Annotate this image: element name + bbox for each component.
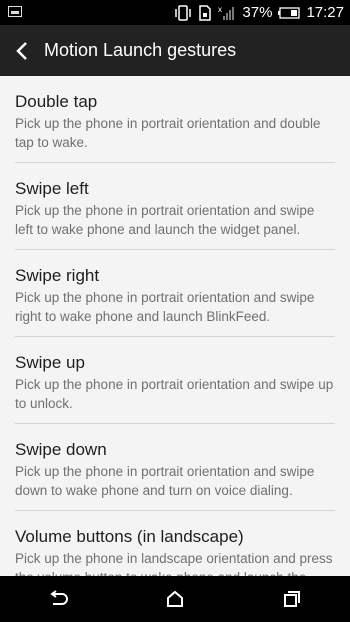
gesture-title: Swipe left bbox=[15, 179, 89, 198]
gesture-item-swipe-down[interactable]: Swipe down Pick up the phone in portrait… bbox=[15, 424, 335, 511]
gesture-item-double-tap[interactable]: Double tap Pick up the phone in portrait… bbox=[15, 76, 335, 163]
gesture-item-swipe-left[interactable]: Swipe left Pick up the phone in portrait… bbox=[15, 163, 335, 250]
gesture-item-swipe-right[interactable]: Swipe right Pick up the phone in portrai… bbox=[15, 250, 335, 337]
gesture-item-swipe-up[interactable]: Swipe up Pick up the phone in portrait o… bbox=[15, 337, 335, 424]
clock: 17:27 bbox=[306, 4, 344, 21]
svg-text:x: x bbox=[218, 5, 222, 14]
gesture-item-volume-buttons[interactable]: Volume buttons (in landscape) Pick up th… bbox=[15, 511, 335, 576]
navigation-bar bbox=[0, 576, 350, 622]
nav-back-icon[interactable] bbox=[28, 576, 88, 622]
sim-card-icon bbox=[198, 4, 212, 21]
nav-recents-icon[interactable] bbox=[262, 576, 322, 622]
gesture-description: Pick up the phone in portrait orientatio… bbox=[15, 116, 321, 150]
gesture-title: Swipe up bbox=[15, 353, 85, 372]
gesture-title: Swipe down bbox=[15, 440, 107, 459]
toolbar: Motion Launch gestures bbox=[0, 25, 350, 76]
nav-home-icon[interactable] bbox=[145, 576, 205, 622]
gesture-title: Double tap bbox=[15, 92, 98, 111]
back-arrow-icon[interactable] bbox=[0, 25, 44, 76]
battery-icon bbox=[278, 6, 301, 19]
status-icons: x 37% 17:27 bbox=[174, 0, 344, 25]
gesture-title: Volume buttons (in landscape) bbox=[15, 527, 244, 546]
gesture-title: Swipe right bbox=[15, 266, 100, 285]
gesture-description: Pick up the phone in portrait orientatio… bbox=[15, 203, 315, 237]
vibrate-icon bbox=[174, 4, 192, 21]
gesture-description: Pick up the phone in portrait orientatio… bbox=[15, 290, 315, 324]
gesture-list: Double tap Pick up the phone in portrait… bbox=[0, 76, 350, 576]
gesture-description: Pick up the phone in portrait orientatio… bbox=[15, 464, 315, 498]
gesture-description: Pick up the phone in landscape orientati… bbox=[15, 551, 333, 576]
image-icon bbox=[8, 6, 22, 17]
status-bar: x 37% 17:27 bbox=[0, 0, 350, 25]
page-title: Motion Launch gestures bbox=[44, 40, 237, 60]
gesture-description: Pick up the phone in portrait orientatio… bbox=[15, 377, 334, 411]
signal-icon: x bbox=[218, 5, 236, 21]
battery-percent: 37% bbox=[242, 4, 273, 21]
